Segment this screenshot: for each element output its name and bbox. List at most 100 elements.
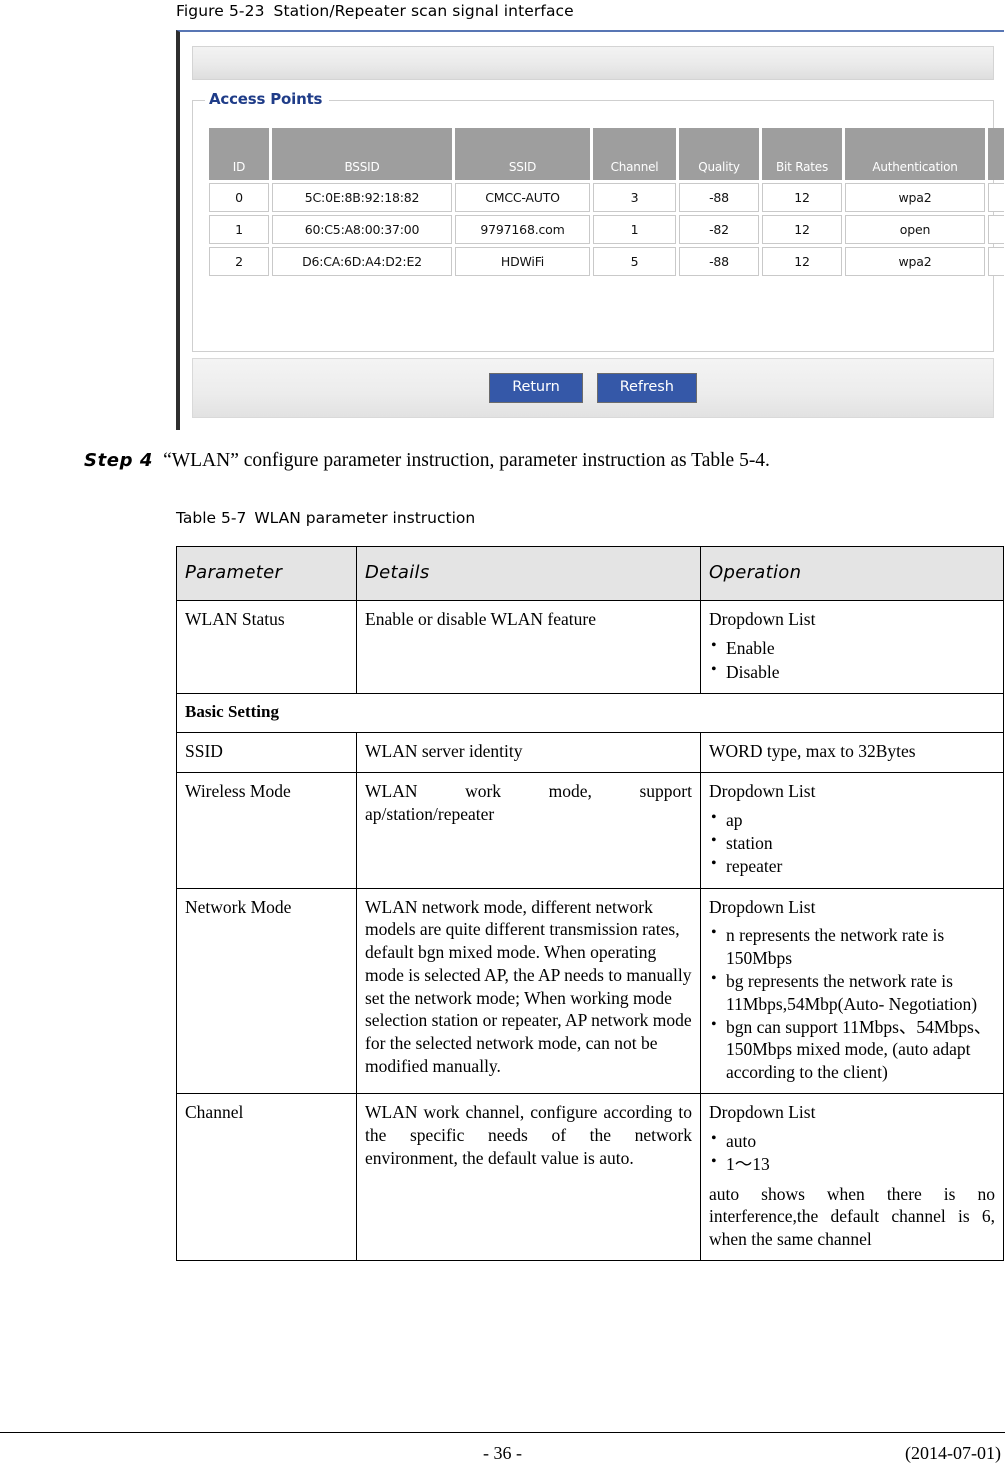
cell-ssid: CMCC-AUTO: [455, 183, 590, 212]
list-item: repeater: [709, 854, 995, 877]
cell-authentication: open: [845, 215, 985, 244]
table-title: WLAN parameter instruction: [254, 509, 476, 527]
cell-quality: -82: [679, 215, 759, 244]
column-header-bssid: BSSID: [272, 128, 452, 180]
column-header-channel: Channel: [593, 128, 676, 180]
param-row-wlan-status: WLAN Status Enable or disable WLAN featu…: [176, 600, 1004, 694]
figure-title: Station/Repeater scan signal interface: [273, 2, 574, 20]
column-header-authentication: Authentication: [845, 128, 985, 180]
return-button[interactable]: Return: [489, 373, 583, 403]
param-name: Channel: [176, 1093, 357, 1261]
refresh-button[interactable]: Refresh: [596, 373, 697, 403]
table-header-row: ID BSSID SSID Channel Quality Bit Rates …: [209, 128, 1004, 180]
screenshot-button-bar: Return Refresh: [192, 358, 994, 418]
footer-date: (2014-07-01): [905, 1443, 1001, 1463]
figure-caption: Figure 5-23 Station/Repeater scan signal …: [176, 2, 574, 20]
cell-id: 2: [209, 247, 269, 276]
param-operation: Dropdown List ap station repeater: [700, 771, 1004, 889]
operation-kind: Dropdown List: [709, 780, 816, 801]
step-line: Step 4 “WLAN” configure parameter instruc…: [84, 450, 984, 472]
param-details: WLAN work channel, configure according t…: [356, 1093, 701, 1261]
list-item: station: [709, 831, 995, 854]
param-details: Enable or disable WLAN feature: [356, 600, 701, 694]
param-row-wireless-mode: Wireless Mode WLAN work mode, support ap…: [176, 771, 1004, 889]
header-operation: Operation: [700, 545, 1004, 602]
operation-kind: Dropdown List: [709, 609, 816, 630]
operation-option-list: Enable Disable: [709, 636, 995, 683]
operation-option-list: n represents the network rate is 150Mbps…: [709, 923, 995, 1083]
cell-channel: 5: [593, 247, 676, 276]
cell-encrypt: none: [988, 215, 1004, 244]
cell-id: 0: [209, 183, 269, 212]
cell-bit-rates: 12: [762, 183, 842, 212]
operation-option-list: ap station repeater: [709, 807, 995, 878]
param-name: SSID: [176, 732, 357, 773]
header-parameter: Parameter: [176, 545, 357, 602]
browser-toolbar-strip: [192, 46, 994, 80]
operation-kind: Dropdown List: [709, 896, 816, 917]
cell-encrypt: tkip: [988, 183, 1004, 212]
param-name: WLAN Status: [176, 600, 357, 694]
list-item: Disable: [709, 660, 995, 683]
table-row: 1 60:C5:A8:00:37:00 9797168.com 1 -82 12…: [209, 215, 1004, 244]
param-name: Network Mode: [176, 887, 357, 1095]
operation-option-list: auto 1～13: [709, 1129, 995, 1176]
figure-number: Figure 5-23: [176, 2, 265, 20]
param-row-ssid: SSID WLAN server identity WORD type, max…: [176, 732, 1004, 773]
cell-id: 1: [209, 215, 269, 244]
param-details: WLAN network mode, different network mod…: [356, 887, 701, 1095]
access-points-legend: Access Points: [205, 90, 330, 108]
param-header-row: Parameter Details Operation: [176, 545, 1004, 602]
list-item: Enable: [709, 636, 995, 659]
cell-quality: -88: [679, 183, 759, 212]
param-row-channel: Channel WLAN work channel, configure acc…: [176, 1093, 1004, 1261]
step-label: Step 4: [84, 450, 154, 471]
cell-ssid: HDWiFi: [455, 247, 590, 276]
cell-bit-rates: 12: [762, 215, 842, 244]
wlan-parameter-table: Parameter Details Operation WLAN Status …: [176, 545, 1004, 1261]
param-operation: Dropdown List Enable Disable: [700, 600, 1004, 694]
cell-authentication: wpa2: [845, 247, 985, 276]
column-header-id: ID: [209, 128, 269, 180]
table-caption: Table 5-7 WLAN parameter instruction: [176, 509, 475, 527]
cell-channel: 3: [593, 183, 676, 212]
param-section-row: Basic Setting: [176, 692, 1004, 734]
list-item: 1～13: [709, 1152, 995, 1175]
table-number: Table 5-7: [176, 509, 247, 527]
column-header-ssid: SSID: [455, 128, 590, 180]
screenshot-canvas: Access Points ID BSSID SSID Channel Qual…: [180, 32, 1004, 430]
param-operation: WORD type, max to 32Bytes: [700, 732, 1004, 773]
access-points-panel: Access Points ID BSSID SSID Channel Qual…: [192, 90, 1004, 352]
cell-bssid: 60:C5:A8:00:37:00: [272, 215, 452, 244]
list-item: bgn can support 11Mbps、54Mbps、150Mbps mi…: [709, 1015, 995, 1083]
footer-divider: [0, 1432, 1005, 1433]
embedded-screenshot: Access Points ID BSSID SSID Channel Qual…: [176, 30, 1004, 430]
cell-bssid: D6:CA:6D:A4:D2:E2: [272, 247, 452, 276]
operation-note: auto shows when there is no interference…: [709, 1183, 995, 1250]
param-details: WLAN work mode, support ap/station/repea…: [356, 771, 701, 889]
cell-bssid: 5C:0E:8B:92:18:82: [272, 183, 452, 212]
cell-quality: -88: [679, 247, 759, 276]
cell-bit-rates: 12: [762, 247, 842, 276]
operation-kind: Dropdown List: [709, 1102, 816, 1123]
param-operation: Dropdown List n represents the network r…: [700, 887, 1004, 1095]
table-row: 0 5C:0E:8B:92:18:82 CMCC-AUTO 3 -88 12 w…: [209, 183, 1004, 212]
cell-ssid: 9797168.com: [455, 215, 590, 244]
list-item: n represents the network rate is 150Mbps: [709, 923, 995, 969]
step-text: “WLAN” configure parameter instruction, …: [163, 450, 770, 471]
param-row-network-mode: Network Mode WLAN network mode, differen…: [176, 887, 1004, 1095]
param-name: Wireless Mode: [176, 771, 357, 889]
column-header-quality: Quality: [679, 128, 759, 180]
list-item: bg represents the network rate is 11Mbps…: [709, 969, 995, 1015]
access-points-table: ID BSSID SSID Channel Quality Bit Rates …: [206, 125, 1004, 279]
header-details: Details: [356, 545, 701, 602]
table-row: 2 D6:CA:6D:A4:D2:E2 HDWiFi 5 -88 12 wpa2…: [209, 247, 1004, 276]
cell-encrypt: aes: [988, 247, 1004, 276]
cell-channel: 1: [593, 215, 676, 244]
list-item: auto: [709, 1129, 995, 1152]
section-heading: Basic Setting: [176, 692, 1004, 734]
footer-page-number: - 36 -: [483, 1443, 522, 1463]
list-item: ap: [709, 807, 995, 831]
param-details: WLAN server identity: [356, 732, 701, 773]
column-header-bit-rates: Bit Rates: [762, 128, 842, 180]
